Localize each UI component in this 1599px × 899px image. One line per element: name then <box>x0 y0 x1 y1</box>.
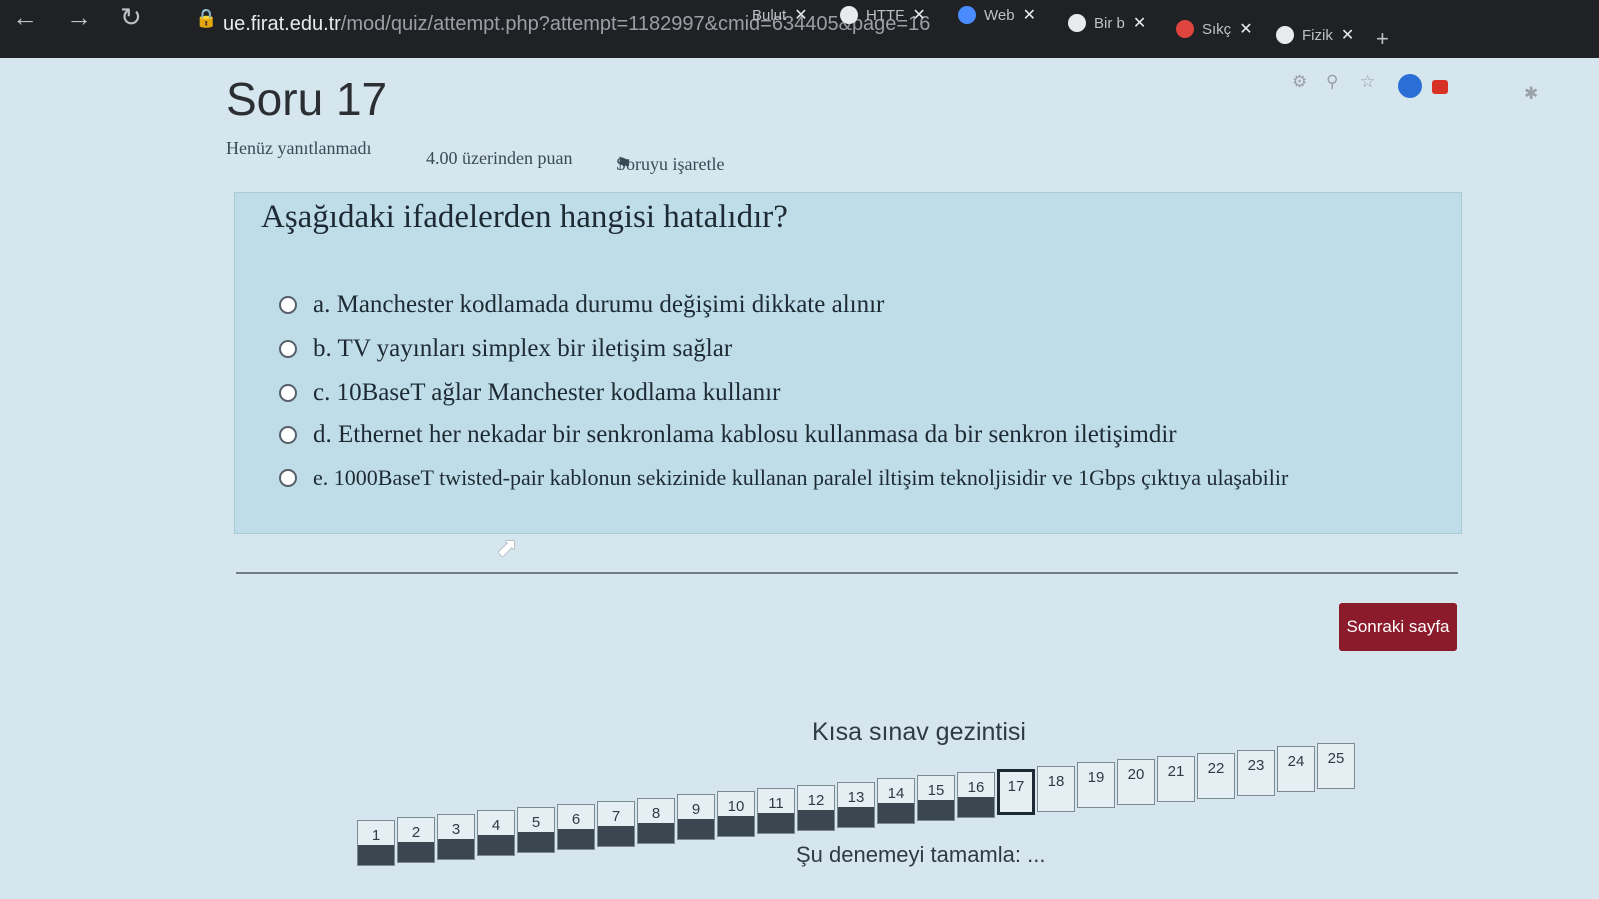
option-label: b. TV yayınları simplex bir iletişim sağ… <box>313 335 733 362</box>
divider <box>236 572 1458 574</box>
browser-tab[interactable]: HTTF ✕ <box>840 0 926 30</box>
radio-button[interactable] <box>279 469 297 487</box>
back-arrow-icon[interactable]: ← <box>12 2 38 33</box>
browser-tab[interactable]: Bulut ✕ <box>752 0 808 30</box>
mouse-cursor-icon: ⬈ <box>496 532 518 562</box>
answer-option[interactable]: c. 10BaseT ağlar Manchester kodlama kull… <box>279 379 780 407</box>
close-tab-icon[interactable]: ✕ <box>912 5 925 25</box>
tab-label: HTTF <box>866 6 905 24</box>
close-tab-icon[interactable]: ✕ <box>1239 19 1252 39</box>
quiz-nav-button-2[interactable]: 2 <box>397 816 435 863</box>
puzzle-icon[interactable]: ✱ <box>1524 84 1538 104</box>
extension-icon[interactable] <box>1398 74 1422 98</box>
translate-icon[interactable]: ⚙ <box>1292 72 1307 92</box>
quiz-nav-button-19[interactable]: 19 <box>1077 762 1115 809</box>
tab-label: Web <box>984 6 1015 24</box>
browser-chrome: ← → ↻ 🔒 ue.firat.edu.tr/mod/quiz/attempt… <box>0 0 1599 58</box>
browser-tab[interactable]: Sıkç ✕ <box>1176 14 1253 44</box>
question-box: Aşağıdaki ifadelerden hangisi hatalıdır?… <box>234 192 1462 534</box>
close-tab-icon[interactable]: ✕ <box>1023 5 1036 25</box>
answer-option[interactable]: a. Manchester kodlamada durumu değişimi … <box>279 291 884 319</box>
quiz-nav-button-21[interactable]: 21 <box>1157 756 1195 802</box>
quiz-nav-button-18[interactable]: 18 <box>1037 765 1075 812</box>
radio-button[interactable] <box>279 340 297 358</box>
forward-arrow-icon[interactable]: → <box>66 2 92 33</box>
google-icon <box>1276 26 1294 44</box>
quiz-nav-button-11[interactable]: 11 <box>757 788 795 834</box>
quiz-nav-button-1[interactable]: 1 <box>357 820 395 866</box>
radio-button[interactable] <box>279 296 297 314</box>
radio-button[interactable] <box>279 384 297 402</box>
google-icon <box>1068 14 1086 32</box>
quiz-nav-button-5[interactable]: 5 <box>517 807 555 854</box>
close-tab-icon[interactable]: ✕ <box>1341 25 1354 45</box>
google-icon <box>840 6 858 24</box>
quiz-nav-button-23[interactable]: 23 <box>1237 749 1275 796</box>
answer-option[interactable]: b. TV yayınları simplex bir iletişim sağ… <box>279 335 732 363</box>
tab-label: Bulut <box>752 6 787 24</box>
adblock-icon[interactable] <box>1432 80 1448 94</box>
question-text: Aşağıdaki ifadelerden hangisi hatalıdır? <box>261 199 788 235</box>
quiz-nav-button-24[interactable]: 24 <box>1277 746 1315 793</box>
option-label: a. Manchester kodlamada durumu değişimi … <box>313 291 885 318</box>
tab-label: Fizik <box>1302 26 1333 44</box>
search-icon[interactable]: ⚲ <box>1326 72 1338 92</box>
answer-option[interactable]: d. Ethernet her nekadar bir senkronlama … <box>279 421 1177 449</box>
quiz-nav-button-12[interactable]: 12 <box>797 784 835 831</box>
browser-tab[interactable]: Fizik ✕ <box>1276 20 1354 50</box>
quiz-nav-button-4[interactable]: 4 <box>477 810 515 857</box>
quiz-nav-button-16[interactable]: 16 <box>957 772 995 818</box>
url-host: ue.firat.edu.tr <box>223 13 341 35</box>
quiz-nav-button-10[interactable]: 10 <box>717 791 755 838</box>
opera-icon <box>1176 20 1194 38</box>
quiz-nav-button-3[interactable]: 3 <box>437 813 475 860</box>
browser-tab[interactable]: Bir b ✕ <box>1068 8 1146 38</box>
quiz-nav-button-8[interactable]: 8 <box>637 797 675 844</box>
tab-label: Sıkç <box>1202 20 1232 38</box>
quiz-nav-button-14[interactable]: 14 <box>877 778 915 825</box>
close-tab-icon[interactable]: ✕ <box>794 5 807 25</box>
next-page-button[interactable]: Sonraki sayfa <box>1339 603 1457 651</box>
finish-attempt-link[interactable]: Şu denemeyi tamamla: ... <box>796 842 1045 868</box>
quiz-nav-button-6[interactable]: 6 <box>557 804 595 850</box>
page-title: Soru 17 <box>226 73 388 125</box>
option-label: c. 10BaseT ağlar Manchester kodlama kull… <box>313 379 781 406</box>
question-points: 4.00 üzerinden puan <box>426 148 573 168</box>
option-label: e. 1000BaseT twisted-pair kablonun sekiz… <box>313 465 1289 490</box>
quiz-nav-button-15[interactable]: 15 <box>917 775 955 822</box>
shield-icon <box>958 6 976 24</box>
quiz-nav-button-9[interactable]: 9 <box>677 794 715 841</box>
quiz-nav-button-17[interactable]: 17 <box>997 768 1035 815</box>
quiz-nav-button-7[interactable]: 7 <box>597 800 635 847</box>
close-tab-icon[interactable]: ✕ <box>1133 13 1146 33</box>
browser-tab[interactable]: Web ✕ <box>958 0 1036 30</box>
flag-label: Soruyu işaretle <box>616 154 725 174</box>
radio-button[interactable] <box>279 426 297 444</box>
new-tab-button[interactable]: + <box>1376 24 1389 54</box>
option-label: d. Ethernet her nekadar bir senkronlama … <box>313 421 1177 448</box>
quiz-nav-button-13[interactable]: 13 <box>837 781 875 828</box>
star-icon[interactable]: ☆ <box>1360 72 1375 92</box>
quiz-nav-button-25[interactable]: 25 <box>1317 743 1355 790</box>
question-status: Henüz yanıtlanmadı <box>226 138 372 158</box>
answer-option[interactable]: e. 1000BaseT twisted-pair kablonun sekiz… <box>279 465 1288 491</box>
reload-icon[interactable]: ↻ <box>120 2 142 33</box>
quiz-nav-button-20[interactable]: 20 <box>1117 759 1155 806</box>
quiz-nav-button-22[interactable]: 22 <box>1197 752 1235 799</box>
tab-label: Bir b <box>1094 14 1125 32</box>
